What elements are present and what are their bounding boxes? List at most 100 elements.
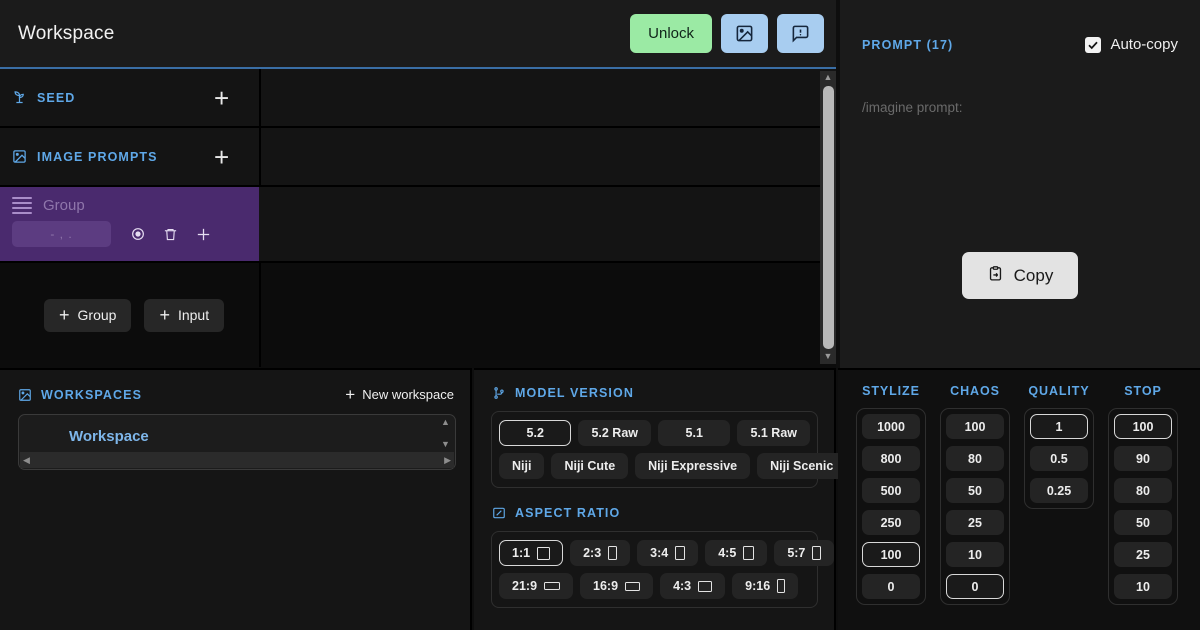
prompt-title: PROMPT (17) [862, 37, 954, 52]
group-add-icon[interactable] [195, 226, 212, 243]
image-prompts-label: IMAGE PROMPTS [37, 149, 158, 164]
add-group-label: Group [77, 307, 117, 323]
trash-icon[interactable] [163, 227, 178, 242]
scrollbar-thumb[interactable] [822, 86, 834, 349]
bottom-panels: WORKSPACES + New workspace Workspace ▲ ▼… [0, 368, 1200, 630]
model-option-niji-expressive[interactable]: Niji Expressive [635, 453, 751, 479]
stop-option-100[interactable]: 100 [1114, 414, 1172, 439]
add-input-button[interactable]: + Input [144, 298, 225, 332]
list-item[interactable]: Workspace [19, 415, 455, 445]
aspect-glyph-icon [544, 582, 561, 590]
model-option-51[interactable]: 5.1 [658, 420, 731, 446]
scroll-up-arrow[interactable]: ▲ [824, 71, 833, 85]
aspect-option-4-3[interactable]: 4:3 [660, 573, 726, 599]
model-option-52raw[interactable]: 5.2 Raw [578, 420, 651, 446]
aspect-option-5-7[interactable]: 5:7 [774, 540, 835, 566]
aspect-glyph-icon [743, 546, 755, 560]
aspect-option-21-9[interactable]: 21:9 [499, 573, 574, 599]
aspect-option-3-4[interactable]: 3:4 [637, 540, 699, 566]
chaos-option-0[interactable]: 0 [946, 574, 1004, 599]
model-version-options: 5.2 5.2 Raw 5.1 5.1 Raw Niji Niji Cute N… [491, 411, 847, 488]
chaos-option-25[interactable]: 25 [946, 510, 1004, 535]
chaos-option-10[interactable]: 10 [946, 542, 1004, 567]
plus-icon: + [345, 385, 356, 404]
seed-add-button[interactable]: + [214, 85, 229, 111]
quality-option-1[interactable]: 1 [1030, 414, 1088, 439]
seed-row: SEED + [0, 69, 836, 128]
aspect-label: 4:5 [718, 546, 737, 560]
stylize-option-0[interactable]: 0 [862, 574, 920, 599]
aspect-glyph-icon [812, 546, 822, 560]
stop-option-80[interactable]: 80 [1114, 478, 1172, 503]
checkbox-checked-icon [1085, 36, 1102, 53]
stop-option-10[interactable]: 10 [1114, 574, 1172, 599]
list-vertical-scrollbar[interactable]: ▲ ▼ [820, 71, 836, 364]
aspect-label: 2:3 [583, 546, 602, 560]
quality-option-025[interactable]: 0.25 [1030, 478, 1088, 503]
stylize-title: STYLIZE [862, 384, 920, 398]
stylize-option-500[interactable]: 500 [862, 478, 920, 503]
stylize-option-800[interactable]: 800 [862, 446, 920, 471]
copy-button[interactable]: Copy [961, 252, 1079, 299]
prompt-panel: PROMPT (17) Auto-copy /imagine prompt: C… [840, 0, 1200, 368]
drag-handle-icon[interactable] [12, 197, 32, 214]
image-prompts-add-button[interactable]: + [214, 144, 229, 170]
scroll-down-arrow[interactable]: ▼ [824, 350, 833, 364]
aspect-option-16-9[interactable]: 16:9 [580, 573, 654, 599]
aspect-glyph-icon [777, 579, 786, 593]
stop-option-90[interactable]: 90 [1114, 446, 1172, 471]
group-weight-field[interactable]: - , . [12, 221, 111, 247]
stylize-option-250[interactable]: 250 [862, 510, 920, 535]
prompt-header: PROMPT (17) Auto-copy [840, 0, 1200, 53]
feedback-button[interactable] [777, 14, 824, 53]
chaos-option-100[interactable]: 100 [946, 414, 1004, 439]
plus-icon: + [59, 305, 70, 325]
auto-copy-toggle[interactable]: Auto-copy [1085, 36, 1178, 53]
aspect-glyph-icon [675, 546, 686, 560]
scroll-up-arrow[interactable]: ▲ [441, 418, 450, 427]
group-card[interactable]: Group - , . [0, 187, 259, 261]
prompt-textarea[interactable]: /imagine prompt: [840, 53, 1200, 115]
aspect-label: 4:3 [673, 579, 692, 593]
eye-icon[interactable] [130, 226, 146, 242]
aspect-option-2-3[interactable]: 2:3 [570, 540, 631, 566]
scroll-right-arrow[interactable]: ▶ [444, 455, 451, 465]
workspaces-vertical-scrollbar[interactable]: ▲ ▼ [437, 416, 454, 451]
plus-icon: + [159, 305, 170, 325]
workspaces-horizontal-scrollbar[interactable]: ◀ ▶ [20, 452, 454, 468]
image-edit-button[interactable] [721, 14, 768, 53]
new-workspace-button[interactable]: + New workspace [345, 386, 454, 403]
add-group-button[interactable]: + Group [44, 298, 132, 332]
stop-option-50[interactable]: 50 [1114, 510, 1172, 535]
stylize-option-1000[interactable]: 1000 [862, 414, 920, 439]
scroll-down-arrow[interactable]: ▼ [441, 440, 450, 449]
chaos-option-50[interactable]: 50 [946, 478, 1004, 503]
model-option-52[interactable]: 5.2 [499, 420, 572, 446]
model-option-51raw[interactable]: 5.1 Raw [737, 420, 810, 446]
group-header: Group [12, 197, 249, 214]
stylize-option-100[interactable]: 100 [862, 542, 920, 567]
unlock-button[interactable]: Unlock [630, 14, 712, 53]
param-column-quality: QUALITY 1 0.5 0.25 [1024, 384, 1094, 605]
aspect-row-spacer [805, 573, 810, 599]
stop-option-25[interactable]: 25 [1114, 542, 1172, 567]
quality-option-05[interactable]: 0.5 [1030, 446, 1088, 471]
aspect-option-4-5[interactable]: 4:5 [705, 540, 768, 566]
chaos-options: 100 80 50 25 10 0 [940, 408, 1010, 605]
app-header: Workspace Unlock [0, 0, 836, 69]
model-option-niji-cute[interactable]: Niji Cute [551, 453, 629, 479]
stylize-options: 1000 800 500 250 100 0 [856, 408, 926, 605]
aspect-glyph-icon [537, 546, 551, 560]
message-alert-icon [791, 24, 810, 43]
scroll-left-arrow[interactable]: ◀ [23, 455, 30, 465]
model-option-niji[interactable]: Niji [499, 453, 545, 479]
aspect-option-9-16[interactable]: 9:16 [732, 573, 799, 599]
model-option-niji-scenic[interactable]: Niji Scenic [757, 453, 847, 479]
clipboard-icon [987, 265, 1004, 287]
workspace-panel: Workspace Unlock SEED + IMAGE PROMPTS + … [0, 0, 836, 368]
group-name: Group [43, 197, 85, 214]
model-version-row: 5.2 5.2 Raw 5.1 5.1 Raw [499, 420, 810, 446]
aspect-option-1-1[interactable]: 1:1 [499, 540, 564, 566]
column-divider [259, 69, 261, 126]
chaos-option-80[interactable]: 80 [946, 446, 1004, 471]
